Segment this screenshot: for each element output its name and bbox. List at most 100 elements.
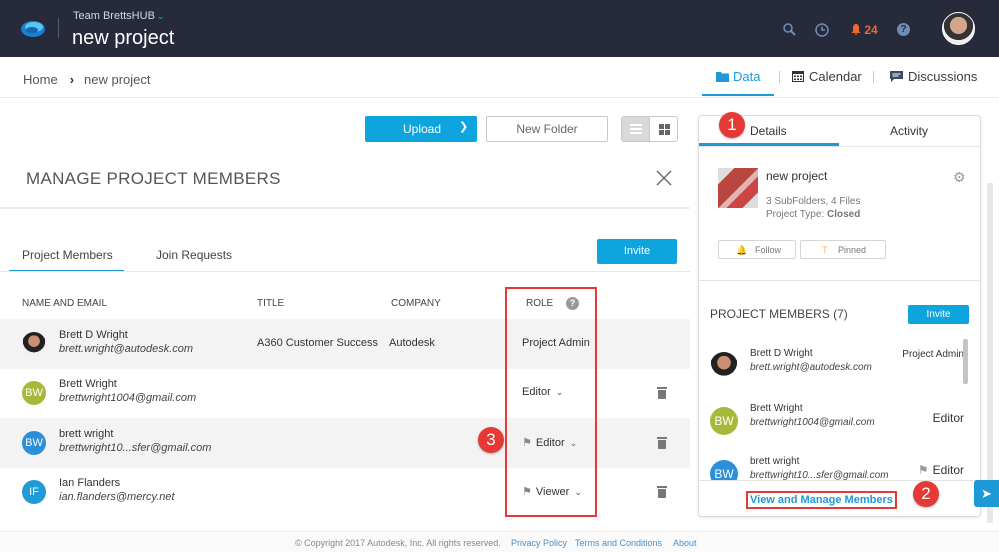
column-header-name: NAME AND EMAIL bbox=[22, 298, 108, 309]
member-role-value: Editor bbox=[932, 463, 964, 477]
page-scrollbar[interactable] bbox=[987, 183, 993, 523]
tab-data-label: Data bbox=[733, 69, 761, 84]
project-members-title: PROJECT MEMBERS (7) bbox=[710, 307, 848, 321]
divider bbox=[58, 18, 59, 38]
active-tab-indicator bbox=[702, 94, 774, 96]
tab-activity[interactable]: Activity bbox=[890, 124, 928, 138]
breadcrumb-current: new project bbox=[84, 72, 151, 87]
annotation-highlight-role bbox=[505, 287, 597, 517]
member-role: ⚑ Editor bbox=[918, 463, 964, 477]
upload-label: Upload bbox=[403, 122, 442, 136]
member-name: Brett D Wright bbox=[59, 329, 128, 341]
tab-join-requests[interactable]: Join Requests bbox=[156, 248, 232, 262]
footer: © Copyright 2017 Autodesk, Inc. All righ… bbox=[0, 531, 999, 552]
flag-icon: ⚑ bbox=[917, 463, 929, 477]
column-header-title: TITLE bbox=[257, 298, 285, 309]
member-title: A360 Customer Success bbox=[257, 337, 379, 349]
member-email: brett.wright@autodesk.com bbox=[59, 343, 194, 355]
breadcrumb: Home › new project bbox=[23, 72, 151, 87]
user-avatar[interactable] bbox=[942, 12, 975, 45]
list-item: BW brett wright brettwright10...sfer@gma… bbox=[699, 448, 964, 480]
divider bbox=[0, 271, 690, 272]
view-toggle bbox=[621, 116, 678, 142]
copyright-text: © Copyright 2017 Autodesk, Inc. All righ… bbox=[295, 538, 501, 548]
avatar: IF bbox=[22, 480, 46, 504]
panel-invite-button[interactable]: Invite bbox=[908, 305, 969, 324]
help-icon[interactable]: ? bbox=[897, 23, 910, 36]
new-folder-button[interactable]: New Folder bbox=[486, 116, 608, 142]
project-type-value: Closed bbox=[826, 209, 861, 220]
members-scrollbar[interactable] bbox=[963, 339, 968, 384]
member-email: brettwright1004@gmail.com bbox=[59, 392, 197, 404]
tab-discussions-label: Discussions bbox=[908, 69, 978, 84]
bell-icon bbox=[851, 24, 861, 35]
member-email: ian.flanders@mercy.net bbox=[59, 491, 175, 503]
annotation-badge: 3 bbox=[478, 427, 504, 453]
trash-icon[interactable] bbox=[657, 437, 667, 449]
view-manage-members-link[interactable]: View and Manage Members bbox=[746, 491, 897, 509]
breadcrumb-home[interactable]: Home bbox=[23, 72, 58, 87]
search-icon[interactable] bbox=[783, 23, 796, 36]
pinned-label: Pinned bbox=[838, 245, 867, 255]
annotation-badge: 1 bbox=[719, 112, 745, 138]
avatar bbox=[22, 332, 46, 356]
divider bbox=[699, 280, 980, 281]
team-selector[interactable]: Team BrettsHUB ⌄ bbox=[73, 10, 164, 22]
trash-icon[interactable] bbox=[657, 486, 667, 498]
divider bbox=[699, 480, 980, 481]
member-name: Ian Flanders bbox=[59, 477, 121, 489]
app-logo-icon[interactable] bbox=[20, 18, 46, 38]
top-bar: Team BrettsHUB ⌄ new project 24 ? bbox=[0, 0, 999, 57]
avatar: BW bbox=[22, 381, 46, 405]
notification-count: 24 bbox=[864, 23, 878, 37]
tab-project-members[interactable]: Project Members bbox=[22, 248, 113, 262]
list-item: BW Brett Wright brettwright1004@gmail.co… bbox=[699, 395, 964, 450]
member-name: Brett Wright bbox=[750, 403, 803, 414]
member-role: Project Admin bbox=[902, 349, 964, 360]
team-name: Team BrettsHUB bbox=[73, 10, 155, 22]
member-email: brettwright10...sfer@gmail.com bbox=[59, 442, 212, 454]
project-type-label: Project Type: bbox=[766, 209, 827, 220]
about-link[interactable]: About bbox=[673, 538, 697, 548]
divider bbox=[699, 146, 980, 147]
tab-details[interactable]: Details bbox=[750, 124, 787, 138]
chevron-down-icon[interactable]: ❯ bbox=[459, 120, 468, 133]
project-thumbnail bbox=[718, 168, 758, 208]
gear-icon[interactable]: ⚙ bbox=[953, 169, 966, 186]
follow-button[interactable]: 🔔 Follow bbox=[718, 240, 796, 259]
tab-calendar-label: Calendar bbox=[809, 69, 862, 84]
discussion-icon bbox=[890, 71, 903, 82]
member-name: Brett Wright bbox=[59, 378, 117, 390]
privacy-policy-link[interactable]: Privacy Policy bbox=[511, 538, 567, 548]
member-company: Autodesk bbox=[389, 337, 435, 349]
terms-link[interactable]: Terms and Conditions bbox=[575, 538, 662, 548]
upload-button[interactable]: Upload ❯ bbox=[365, 116, 477, 142]
list-view-icon[interactable] bbox=[622, 117, 650, 141]
tab-calendar[interactable]: Calendar bbox=[792, 69, 862, 84]
history-icon[interactable] bbox=[815, 23, 829, 37]
avatar: BW bbox=[22, 431, 46, 455]
chevron-right-icon: › bbox=[69, 72, 75, 87]
follow-label: Follow bbox=[755, 245, 782, 255]
tab-discussions[interactable]: Discussions bbox=[890, 69, 977, 84]
project-summary: 3 SubFolders, 4 Files bbox=[766, 196, 861, 207]
invite-button[interactable]: Invite bbox=[597, 239, 677, 264]
close-icon[interactable] bbox=[654, 168, 674, 188]
project-title: new project bbox=[72, 27, 175, 49]
member-email: brettwright1004@gmail.com bbox=[750, 417, 875, 428]
tab-data[interactable]: Data bbox=[716, 69, 760, 84]
notifications-button[interactable]: 24 bbox=[851, 23, 878, 37]
list-item: Brett D Wright brett.wright@autodesk.com… bbox=[699, 340, 964, 395]
calendar-icon bbox=[792, 71, 804, 82]
pin-icon: ⊤ bbox=[821, 245, 829, 255]
member-email: brettwright10...sfer@gmail.com bbox=[750, 470, 889, 480]
project-type: Project Type: Closed bbox=[766, 209, 860, 220]
bell-icon: 🔔 bbox=[736, 245, 748, 255]
member-name: brett wright bbox=[750, 456, 800, 467]
pinned-button[interactable]: ⊤ Pinned bbox=[800, 240, 886, 259]
grid-view-icon[interactable] bbox=[650, 117, 677, 141]
trash-icon[interactable] bbox=[657, 387, 667, 399]
annotation-badge: 2 bbox=[913, 481, 939, 507]
feedback-icon[interactable]: ➤ bbox=[974, 480, 999, 507]
avatar: BW bbox=[710, 460, 738, 480]
